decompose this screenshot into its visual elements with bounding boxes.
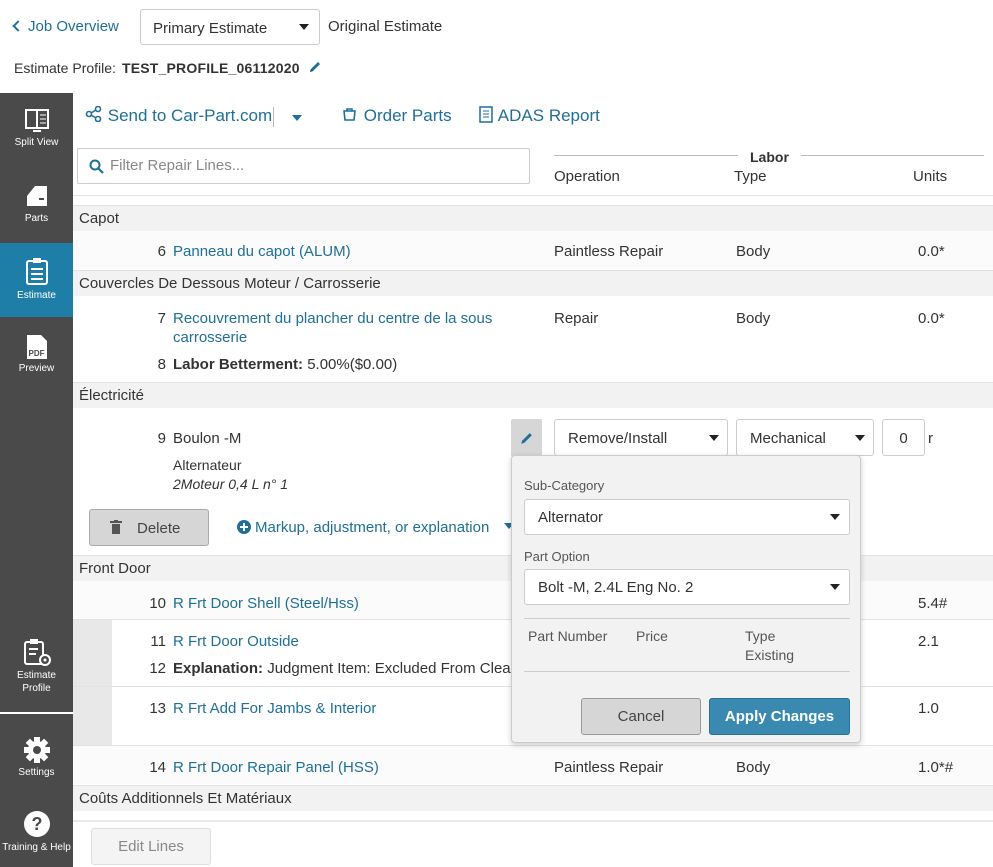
group-header: Capot xyxy=(73,205,993,231)
labor-column-group: Labor xyxy=(738,149,801,165)
shopping-bag-icon xyxy=(343,108,356,121)
report-icon xyxy=(479,106,493,123)
svg-text:?: ? xyxy=(31,814,42,834)
units-column-header: Units xyxy=(913,168,948,185)
table-row[interactable]: 6 Panneau du capot (ALUM) Paintless Repa… xyxy=(73,231,993,269)
filter-repair-lines-input[interactable] xyxy=(110,157,510,174)
help-icon: ? xyxy=(23,811,50,837)
caret-down-icon xyxy=(709,435,719,441)
send-options-dropdown[interactable] xyxy=(287,110,307,126)
explanation: Explanation: Judgment Item: Excluded Fro… xyxy=(173,660,531,677)
labor-type-select[interactable]: Mechanical xyxy=(736,419,874,456)
sidebar-item-split-view[interactable]: Split View xyxy=(0,93,73,167)
line-description-link[interactable]: Recouvrement du plancher du centre de la… xyxy=(173,310,492,327)
trash-icon xyxy=(110,520,122,534)
delete-button[interactable]: Delete xyxy=(89,509,209,546)
group-header: Coûts Additionnels Et Matériaux xyxy=(73,785,993,811)
sidebar-item-training-help[interactable]: ? Training & Help xyxy=(0,803,73,867)
edit-part-button[interactable] xyxy=(511,419,542,457)
group-header: Couvercles De Dessous Moteur / Carrosser… xyxy=(73,270,993,296)
line-description-link[interactable]: Panneau du capot (ALUM) xyxy=(173,243,351,260)
top-header: Job Overview Primary Estimate Original E… xyxy=(0,0,993,93)
popup-divider xyxy=(524,671,850,672)
pencil-icon xyxy=(521,433,532,444)
sidebar-divider xyxy=(0,712,73,714)
caret-down-icon xyxy=(830,514,840,520)
sub-category-select[interactable]: Alternator xyxy=(524,499,850,535)
sidebar-item-estimate[interactable]: Estimate xyxy=(0,243,73,317)
sidebar-item-pdf-preview[interactable]: PDF Preview xyxy=(0,319,73,393)
sidebar: Split View Parts Estimate PDF Preview Es… xyxy=(0,93,73,867)
add-markup-link[interactable]: Markup, adjustment, or explanation xyxy=(237,519,489,536)
plus-circle-icon xyxy=(237,520,251,534)
back-to-job-overview-link[interactable]: Job Overview xyxy=(12,18,119,35)
clipboard-gear-icon xyxy=(23,639,51,666)
line-description-link[interactable]: R Frt Add For Jambs & Interior xyxy=(173,700,376,717)
sidebar-item-settings[interactable]: Settings xyxy=(0,729,73,803)
profile-value: TEST_PROFILE_06112020 xyxy=(121,60,300,76)
share-icon xyxy=(85,105,102,123)
operation-select[interactable]: Remove/Install xyxy=(554,419,728,456)
table-row[interactable]: 14 R Frt Door Repair Panel (HSS) Paintle… xyxy=(73,746,993,784)
units-input[interactable]: 0 xyxy=(882,419,925,456)
part-option-popover: Sub-Category Alternator Part Option Bolt… xyxy=(511,455,861,743)
edit-lines-button[interactable]: Edit Lines xyxy=(91,828,211,865)
search-icon xyxy=(89,159,104,174)
part-option-select[interactable]: Bolt -M, 2.4L Eng No. 2 xyxy=(524,569,850,605)
header-divider xyxy=(73,195,993,196)
labor-betterment: Labor Betterment: 5.00%($0.00) xyxy=(173,356,398,373)
pencil-icon[interactable] xyxy=(308,60,322,74)
popup-divider xyxy=(524,618,850,619)
line-description-link[interactable]: R Frt Door Repair Panel (HSS) xyxy=(173,759,379,776)
footer-rule xyxy=(73,820,993,822)
order-parts-button[interactable]: Order Parts xyxy=(341,106,452,126)
cancel-button[interactable]: Cancel xyxy=(581,698,701,735)
line-description-link[interactable]: R Frt Door Outside xyxy=(173,633,299,650)
estimate-profile: Estimate Profile: TEST_PROFILE_06112020 xyxy=(14,60,322,76)
row-indent-stripe xyxy=(73,687,112,745)
estimate-name: Original Estimate xyxy=(328,18,443,35)
operation-column-header: Operation xyxy=(554,168,620,185)
estimate-select[interactable]: Primary Estimate xyxy=(140,9,320,45)
sidebar-item-parts[interactable]: Parts xyxy=(0,168,73,242)
sidebar-item-estimate-profile[interactable]: Estimate Profile xyxy=(0,629,73,713)
chevron-left-icon xyxy=(12,20,24,32)
caret-down-icon xyxy=(299,24,309,30)
group-header: Électricité xyxy=(73,382,993,408)
send-to-car-part-button[interactable]: Send to Car-Part.com xyxy=(85,105,272,126)
gear-icon xyxy=(23,737,50,763)
split-view-icon xyxy=(24,109,49,132)
line-description-link-cont[interactable]: carrosserie xyxy=(173,329,247,346)
type-column-header: Type xyxy=(734,168,767,185)
filter-box xyxy=(77,148,530,184)
toolbar-divider xyxy=(273,107,274,127)
adas-report-button[interactable]: ADAS Report xyxy=(478,106,600,126)
row-indent-stripe xyxy=(73,620,112,686)
apply-changes-button[interactable]: Apply Changes xyxy=(709,698,850,735)
caret-down-icon xyxy=(292,115,302,121)
clipboard-icon xyxy=(25,258,48,285)
line-description-link[interactable]: R Frt Door Shell (Steel/Hss) xyxy=(173,595,359,612)
table-row[interactable]: 7 Recouvrement du plancher du centre de … xyxy=(73,296,993,381)
car-door-icon xyxy=(26,186,47,206)
caret-down-icon xyxy=(855,435,865,441)
caret-down-icon xyxy=(830,584,840,590)
